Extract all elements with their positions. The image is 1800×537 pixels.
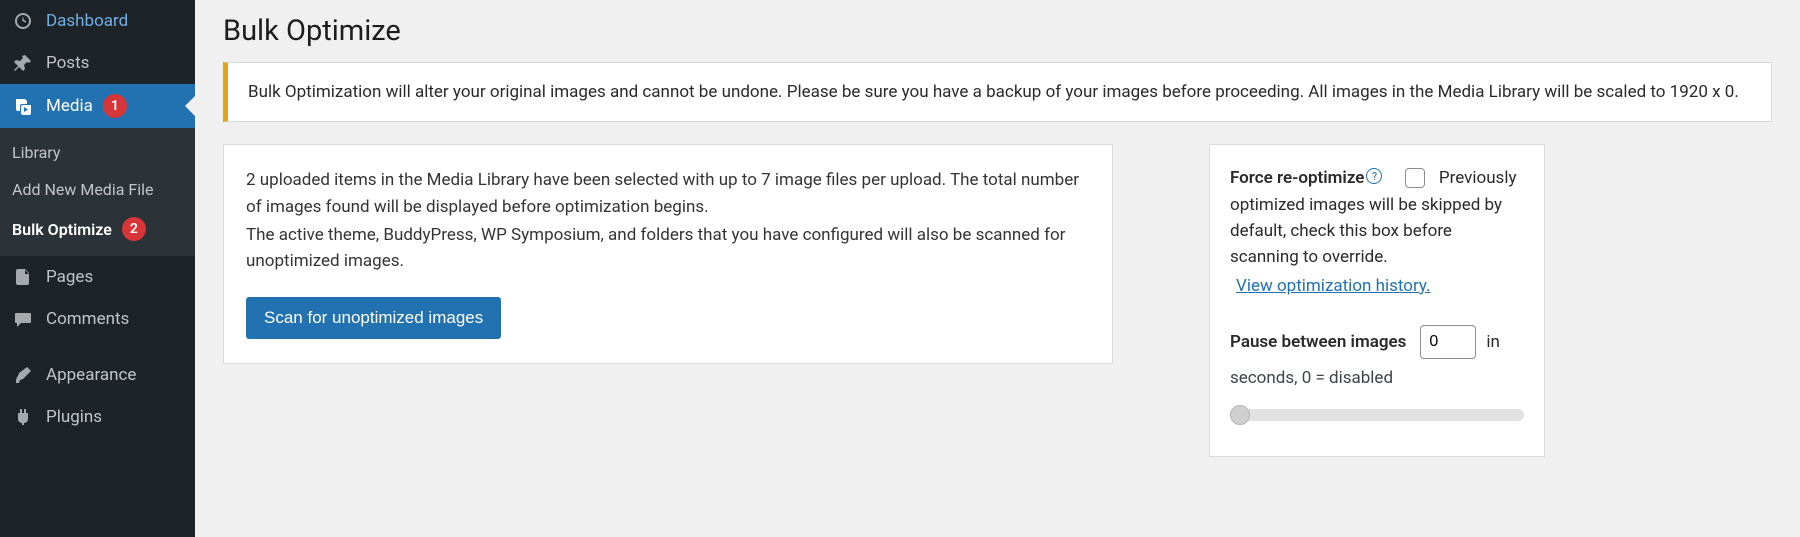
comment-icon	[12, 308, 34, 330]
pin-icon	[12, 52, 34, 74]
sidebar-item-label: Posts	[46, 53, 89, 73]
submenu-library[interactable]: Library	[0, 134, 195, 171]
sidebar-badge: 1	[103, 94, 127, 118]
sidebar-item-label: Comments	[46, 309, 129, 329]
pause-slider[interactable]	[1230, 409, 1524, 421]
sidebar-item-plugins[interactable]: Plugins	[0, 396, 195, 438]
pause-unit-rest: seconds, 0 = disabled	[1230, 365, 1524, 391]
submenu-item-label: Add New Media File	[12, 180, 154, 199]
pause-input[interactable]	[1420, 325, 1476, 359]
submenu-badge: 2	[122, 217, 146, 241]
sidebar-item-label: Plugins	[46, 407, 102, 427]
submenu-item-label: Bulk Optimize	[12, 220, 112, 239]
history-link[interactable]: View optimization history.	[1236, 273, 1431, 299]
info-line-2: The active theme, BuddyPress, WP Symposi…	[246, 222, 1090, 275]
plug-icon	[12, 406, 34, 428]
force-desc-start: Previously	[1439, 168, 1517, 188]
dashboard-icon	[12, 10, 34, 32]
sidebar-item-media[interactable]: Media 1	[0, 84, 195, 128]
force-reoptimize-label: Force re-optimize	[1230, 168, 1364, 188]
sidebar-item-label: Pages	[46, 267, 93, 287]
sidebar-item-posts[interactable]: Posts	[0, 42, 195, 84]
pause-label: Pause between images	[1230, 329, 1406, 355]
page-title: Bulk Optimize	[223, 14, 1772, 48]
sidebar-item-label: Media	[46, 96, 93, 116]
force-reoptimize-checkbox[interactable]	[1405, 168, 1425, 188]
force-desc-rest: optimized images will be skipped by defa…	[1230, 195, 1502, 268]
brush-icon	[12, 364, 34, 386]
sidebar-item-label: Appearance	[46, 365, 136, 385]
options-panel: Force re-optimize? Previously optimized …	[1209, 144, 1545, 456]
media-submenu: Library Add New Media File Bulk Optimize…	[0, 128, 195, 256]
main-content: Bulk Optimize Bulk Optimization will alt…	[195, 0, 1800, 537]
info-card: 2 uploaded items in the Media Library ha…	[223, 144, 1113, 363]
submenu-item-label: Library	[12, 143, 60, 162]
warning-notice: Bulk Optimization will alter your origin…	[223, 62, 1772, 122]
submenu-add-new[interactable]: Add New Media File	[0, 171, 195, 208]
sidebar-item-pages[interactable]: Pages	[0, 256, 195, 298]
sidebar-item-comments[interactable]: Comments	[0, 298, 195, 340]
sidebar-item-dashboard[interactable]: Dashboard	[0, 0, 195, 42]
scan-button[interactable]: Scan for unoptimized images	[246, 297, 501, 339]
sidebar-item-appearance[interactable]: Appearance	[0, 354, 195, 396]
pause-unit-start: in	[1486, 329, 1500, 355]
pages-icon	[12, 266, 34, 288]
media-icon	[12, 95, 34, 117]
admin-sidebar: Dashboard Posts Media 1 Library Add New …	[0, 0, 195, 537]
help-icon[interactable]: ?	[1366, 168, 1382, 184]
sidebar-item-label: Dashboard	[46, 11, 128, 31]
info-line-1: 2 uploaded items in the Media Library ha…	[246, 167, 1090, 220]
submenu-bulk-optimize[interactable]: Bulk Optimize 2	[0, 208, 195, 250]
